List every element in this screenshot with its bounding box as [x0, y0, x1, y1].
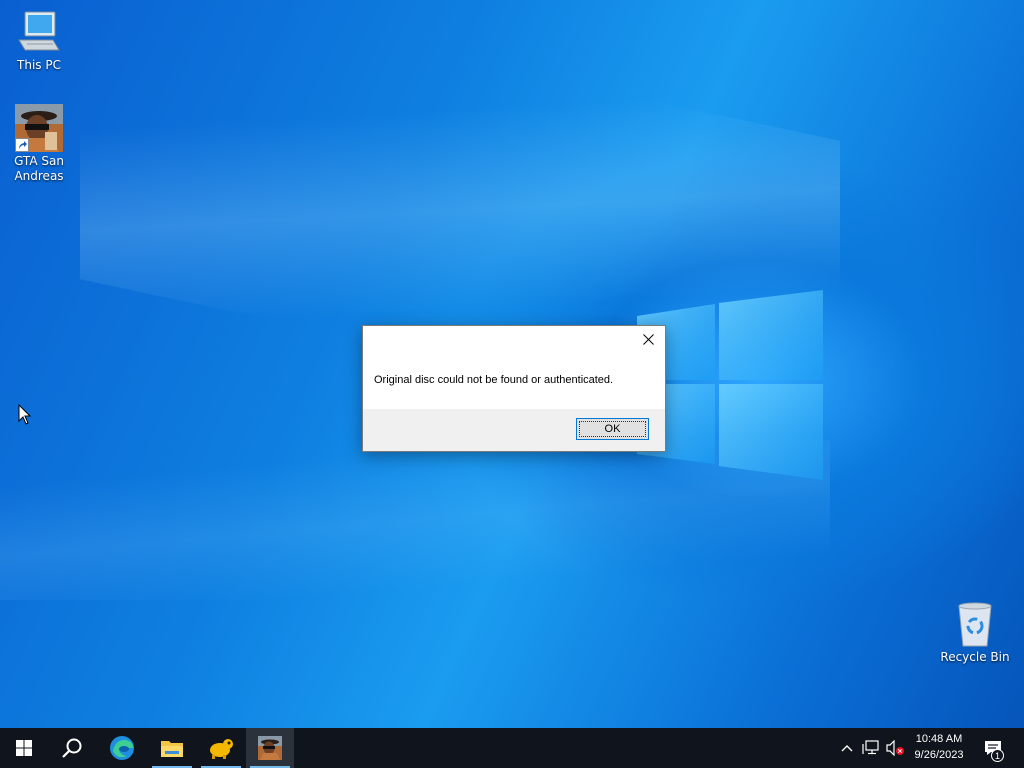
search-icon	[62, 738, 82, 758]
edge-icon	[110, 736, 134, 760]
dialog-message: Original disc could not be found or auth…	[374, 374, 614, 386]
desktop-icon-gta-san-andreas[interactable]: GTA San Andreas	[4, 104, 74, 184]
folder-icon	[161, 741, 183, 757]
desktop-icon-recycle-bin[interactable]: Recycle Bin	[940, 600, 1010, 665]
taskbar-file-explorer-button[interactable]	[148, 728, 196, 768]
computer-icon	[15, 8, 63, 56]
taskbar-game-launcher-button[interactable]	[197, 728, 245, 768]
network-button[interactable]	[860, 728, 882, 768]
shortcut-arrow-icon	[15, 138, 29, 152]
recycle-bin-icon	[951, 600, 999, 648]
volume-button[interactable]	[884, 728, 906, 768]
ok-button[interactable]: OK	[576, 418, 649, 440]
taskbar-gta-button[interactable]	[246, 728, 294, 768]
desktop-icon-this-pc[interactable]: This PC	[4, 8, 74, 73]
notification-count-badge: 1	[991, 749, 1004, 762]
error-dialog: Original disc could not be found or auth…	[362, 325, 666, 452]
gta-sa-icon	[15, 104, 63, 152]
yellow-app-icon	[210, 739, 233, 759]
action-center-button[interactable]: 1	[976, 728, 1010, 768]
desktop-icon-label: Recycle Bin	[940, 650, 1010, 664]
gta-sa-icon	[258, 736, 282, 760]
taskbar-clock[interactable]: 10:48 AM 9/26/2023	[906, 728, 972, 768]
taskbar: 10:48 AM 9/26/2023 1	[0, 728, 1024, 768]
close-icon	[642, 333, 654, 345]
search-button[interactable]	[48, 728, 96, 768]
mouse-cursor-icon	[18, 404, 32, 425]
desktop-icon-label: GTA San Andreas	[14, 154, 64, 183]
show-hidden-icons-button[interactable]	[836, 728, 858, 768]
volume-muted-icon	[886, 740, 904, 756]
dialog-footer: OK	[363, 409, 665, 451]
chevron-up-icon	[841, 745, 853, 752]
start-button[interactable]	[0, 728, 48, 768]
clock-time: 10:48 AM	[915, 733, 963, 745]
network-icon	[862, 740, 879, 755]
desktop-icon-label: This PC	[17, 58, 61, 72]
windows-start-icon	[16, 740, 32, 756]
taskbar-edge-button[interactable]	[98, 728, 146, 768]
close-button[interactable]	[635, 328, 661, 350]
clock-date: 9/26/2023	[914, 749, 964, 761]
